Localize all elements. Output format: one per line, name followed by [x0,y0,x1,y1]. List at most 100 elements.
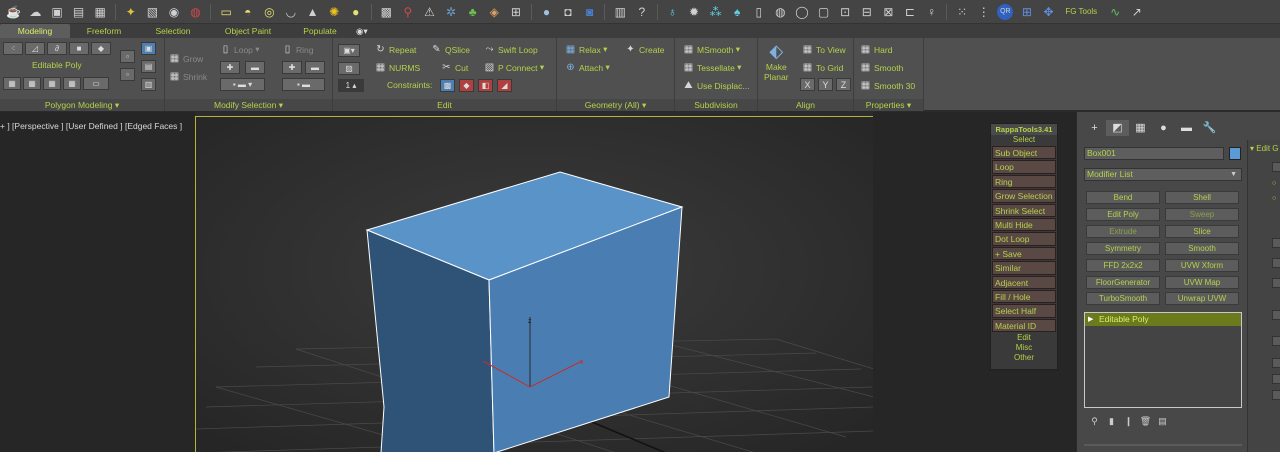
pm-side-1-icon[interactable]: ▫ [120,50,135,63]
rappa-fill-hole-button[interactable]: Fill / Hole [992,289,1056,304]
vertex-mode-icon[interactable]: ⁖ [3,42,23,55]
to-view-button[interactable]: ▦ To View [802,44,846,55]
object-color-swatch[interactable] [1229,147,1241,160]
fg-tools-label[interactable]: FG Tools [1065,7,1097,16]
layers-icon[interactable]: ▦ [92,4,108,20]
tessellate-button[interactable]: ▦ Tessellate ▾ [683,62,742,73]
help-icon[interactable]: ? [634,4,650,20]
constraint-none-icon[interactable]: ▩ [440,79,455,92]
rappa-ring-button[interactable]: Ring [992,174,1056,189]
edge-mode-icon[interactable]: ◿ [25,42,45,55]
rappa-shrink-select-button[interactable]: Shrink Select [992,203,1056,217]
cone-icon[interactable]: ▲ [305,4,321,20]
pm-side-5-icon[interactable]: ▥ [141,78,156,91]
element-mode-icon[interactable]: ◆ [91,42,111,55]
qslice-button[interactable]: ✎ QSlice [431,44,470,55]
cut-button[interactable]: ✂ Cut [441,62,468,73]
loop-button[interactable]: ▯ Loop ▾ [220,44,260,55]
tweak-icon[interactable]: ▨ [338,62,360,75]
rollout-control-2[interactable] [1272,238,1280,248]
pm-tool-4-icon[interactable]: ▦ [63,77,81,90]
grow-button[interactable]: ▦ Grow [169,53,204,64]
modifier-list-dropdown[interactable]: Modifier List ▼ [1084,168,1242,181]
tripod-icon[interactable]: ⚠ [421,4,437,20]
attach-button[interactable]: ⊕ Attach ▾ [565,62,609,73]
lollipop-icon[interactable]: ⚲ [400,4,416,20]
checker-icon[interactable]: ▩ [378,4,394,20]
rollout-control-7[interactable] [1272,358,1280,368]
shrink-button[interactable]: ▦ Shrink [169,71,207,82]
use-displace-button[interactable]: ⛰ Use Displac... [683,80,749,91]
make-unique-icon[interactable]: ❙ [1120,415,1137,427]
dots-icon[interactable]: ⋮ [976,4,992,20]
teapot-icon[interactable]: ☕ [6,4,22,20]
tab-populate[interactable]: Populate [288,24,352,38]
rollout-control-9[interactable] [1272,390,1280,400]
gear-icon[interactable]: ✲ [443,4,459,20]
tree-icon[interactable]: ♠ [729,4,745,20]
rollout-control-1[interactable] [1272,162,1280,172]
rappa-select-half-button[interactable]: Select Half [992,304,1056,318]
pm-side-2-icon[interactable]: ▣ [141,42,156,55]
ring-icon[interactable]: ◎ [261,4,277,20]
camera-icon[interactable]: ◉ [166,4,182,20]
mod-bend-button[interactable]: Bend [1086,191,1160,204]
mod-unwrap-uvw-button[interactable]: Unwrap UVW [1165,292,1239,305]
rollout-control-6[interactable] [1272,336,1280,346]
panel-icon[interactable]: ▥ [612,4,628,20]
show-end-result-icon[interactable]: ▮ [1103,415,1120,427]
loop-tool-2-icon[interactable]: ▬ [245,61,265,74]
rappa-sub-object-button[interactable]: Sub Object [992,146,1056,160]
pm-side-3-icon[interactable]: ▫ [120,68,135,81]
rappa-dot-loop-button[interactable]: Dot Loop [992,232,1056,246]
qr-icon[interactable]: QR [997,3,1014,20]
tab-freeform[interactable]: Freeform [70,24,138,38]
mod-floorgenerator-button[interactable]: FloorGenerator [1086,276,1160,289]
pm-side-4-icon[interactable]: ▤ [141,60,156,73]
dome-icon[interactable]: ◓ [240,4,256,20]
fit-icon[interactable]: ⊟ [859,4,875,20]
grid-icon[interactable]: ⁙ [954,4,970,20]
ring2-icon[interactable]: ◯ [794,4,810,20]
render-icon[interactable]: ◍ [188,4,204,20]
rappa-adjacent-button[interactable]: Adjacent [992,275,1056,289]
ribbon-options-icon[interactable]: ◉▾ [352,24,372,38]
polygon-mode-icon[interactable]: ■ [69,42,89,55]
hole-icon[interactable]: ◍ [772,4,788,20]
rollout-control-5[interactable] [1272,310,1280,320]
create-tab-icon[interactable]: + [1083,120,1106,136]
pm-tool-3-icon[interactable]: ▦ [43,77,61,90]
bulb-icon[interactable]: ♁ [664,4,680,20]
box-icon[interactable]: ▭ [218,4,234,20]
border-mode-icon[interactable]: ∂ [47,42,67,55]
ring-button[interactable]: ▯ Ring [282,44,314,55]
msmooth-button[interactable]: ▦ MSmooth ▾ [683,44,740,55]
smooth30-button[interactable]: ▦ Smooth 30 [860,80,915,91]
rollout-control-3[interactable] [1272,258,1280,268]
mod-symmetry-button[interactable]: Symmetry [1086,242,1160,255]
relax-button[interactable]: ▦ Relax ▾ [565,44,608,55]
tab-selection[interactable]: Selection [138,24,208,38]
make-planar-button[interactable]: ⬖ Make Planar [764,40,789,82]
rollout-radio-1-icon[interactable]: ○ [1272,180,1280,190]
sun2-icon[interactable]: ✹ [686,4,702,20]
mod-edit-poly-button[interactable]: Edit Poly [1086,208,1160,221]
rappa-material-id-button[interactable]: Material ID [992,318,1056,333]
display-tab-icon[interactable]: ▬ [1175,120,1198,136]
create-button[interactable]: ✦ Create [625,44,664,55]
fish-icon[interactable]: ◈ [486,4,502,20]
mod-slice-button[interactable]: Slice [1165,225,1239,238]
pin-stack-icon[interactable]: ⚲ [1086,415,1103,427]
ring-tool-3-icon[interactable]: ▪ ▬ [282,78,325,91]
modify-selection-title[interactable]: Modify Selection ▾ [165,99,332,111]
rollout-radio-2-icon[interactable]: ○ [1272,195,1280,205]
bowl-icon[interactable]: ◡ [283,4,299,20]
object-name-field[interactable]: Box001 [1084,147,1224,160]
smooth-button[interactable]: ▦ Smooth [860,62,904,73]
magnet-icon[interactable]: ✦ [123,4,139,20]
sphere-icon[interactable]: ● [348,4,364,20]
editable-poly-label[interactable]: Editable Poly [32,60,82,70]
tab-modeling[interactable]: Modeling [0,24,70,38]
constraint-face-icon[interactable]: ◧ [478,79,493,92]
perspective-viewport[interactable]: z x [195,116,875,452]
